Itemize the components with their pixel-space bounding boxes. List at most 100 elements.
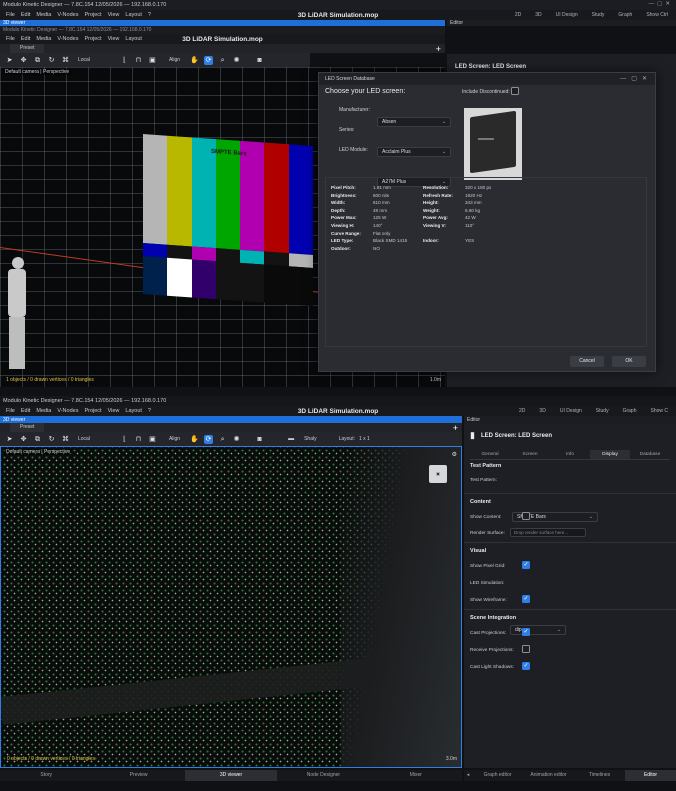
window-controls[interactable]: — ▢ ✕ <box>649 1 670 7</box>
tab-preview[interactable]: Preview <box>92 770 184 781</box>
section-scene-integration: Scene Integration <box>470 615 517 621</box>
divider <box>464 609 676 610</box>
bounds-icon[interactable]: ⊓ <box>134 435 143 444</box>
measure-icon[interactable]: ⌊ <box>120 435 129 444</box>
editor-tabs: General Screen Info Display Database <box>470 450 670 460</box>
space-select[interactable]: Local <box>78 436 90 442</box>
viewport-stats: 1 objects / 0 drawn vertices / 0 triangl… <box>6 377 94 383</box>
rotate-icon[interactable]: ↻ <box>47 435 56 444</box>
snap-icon[interactable]: ⌘ <box>61 435 70 444</box>
ws-study[interactable]: Study <box>592 12 605 18</box>
ws-study[interactable]: Study <box>596 408 609 414</box>
camera-label[interactable]: Default camera | Perspective <box>3 69 72 75</box>
ws-graph[interactable]: Graph <box>618 12 632 18</box>
camera-icon[interactable]: ◙ <box>255 56 264 65</box>
move-icon[interactable]: ✥ <box>19 435 28 444</box>
hand-icon[interactable]: ✋ <box>190 56 199 65</box>
tab-3d-viewer[interactable]: 3D viewer <box>184 770 278 781</box>
light-icon[interactable]: ✺ <box>232 56 241 65</box>
gear-icon[interactable]: ⚙ <box>452 451 457 458</box>
test-pattern-label: Test Pattern: <box>470 478 497 483</box>
include-discontinued-checkbox[interactable] <box>511 87 519 95</box>
manufacturer-select[interactable]: Absen ⌄ <box>377 117 451 127</box>
tab-display[interactable]: Display <box>590 450 630 459</box>
select-icon[interactable]: ➤ <box>5 435 14 444</box>
camera-label[interactable]: Default camera | Perspective <box>4 449 73 455</box>
section-test-pattern: Test Pattern <box>470 463 502 469</box>
snap-icon[interactable]: ⌘ <box>61 56 70 65</box>
scale-icon[interactable]: ⧉ <box>33 56 42 65</box>
show-content-label: Show Content: <box>470 515 502 520</box>
bottom-editor-tabs: ◂ Graph editor Animation editor Timeline… <box>464 770 676 781</box>
dialog-titlebar: LED Screen Database — ▢ ✕ <box>319 73 655 85</box>
space-select[interactable]: Local <box>78 57 90 63</box>
tab-general[interactable]: General <box>470 450 510 459</box>
ok-button[interactable]: OK <box>612 356 646 367</box>
measure-icon[interactable]: ⌊ <box>120 56 129 65</box>
human-reference-figure <box>4 257 30 372</box>
bounds-icon[interactable]: ⊓ <box>134 56 143 65</box>
camera-icon[interactable]: ◙ <box>255 435 264 444</box>
cast-projections-checkbox[interactable]: ✓ <box>522 628 530 636</box>
ghost-titlebar: Modulo Kinetic Designer — 7.8C.154 12/05… <box>0 26 445 34</box>
receive-projections-checkbox[interactable] <box>522 645 530 653</box>
series-select[interactable]: Acclaim Plus ⌄ <box>377 147 451 157</box>
series-label: Series: <box>339 127 355 133</box>
light-icon[interactable]: ✺ <box>232 435 241 444</box>
shading-icon[interactable]: ▬ <box>288 436 294 442</box>
ws-ui-design[interactable]: UI Design <box>560 408 582 414</box>
zoom-icon[interactable]: ⌕ <box>218 435 227 444</box>
tab-preset[interactable]: Preset <box>10 423 45 432</box>
ws-show-ctrl[interactable]: Show Ctrl <box>646 12 668 18</box>
tab-database[interactable]: Database <box>630 450 670 459</box>
show-wireframe-checkbox[interactable]: ✓ <box>522 595 530 603</box>
view-cube[interactable]: ▣ <box>429 465 447 483</box>
editor-header: Editor <box>447 20 676 26</box>
dialog-window-controls[interactable]: — ▢ ✕ <box>620 75 647 82</box>
show-pixel-grid-checkbox[interactable]: ✓ <box>522 561 530 569</box>
frame-icon[interactable]: ▣ <box>148 56 157 65</box>
layout-select[interactable]: 1 x 1 <box>359 436 370 442</box>
ws-graph[interactable]: Graph <box>623 408 637 414</box>
cancel-button[interactable]: Cancel <box>570 356 604 367</box>
cast-light-shadows-checkbox[interactable]: ✓ <box>522 662 530 670</box>
align-button[interactable]: Align <box>169 57 180 63</box>
ws-3d[interactable]: 3D <box>539 408 545 414</box>
tab-animation-editor[interactable]: Animation editor <box>523 770 574 781</box>
tab-info[interactable]: Info <box>550 450 590 459</box>
hand-icon[interactable]: ✋ <box>190 435 199 444</box>
zoom-icon[interactable]: ⌕ <box>218 56 227 65</box>
ws-show-ctrl[interactable]: Show C <box>650 408 668 414</box>
led-simulation-select[interactable]: dip ⌄ <box>510 625 566 635</box>
shading-select[interactable]: Shaly <box>304 436 317 442</box>
tab-story[interactable]: Story <box>0 770 92 781</box>
tab-preset[interactable]: Preset <box>10 44 45 53</box>
led-screen-preview[interactable]: SMPTE Bars <box>143 134 313 306</box>
show-content-checkbox[interactable] <box>522 512 530 520</box>
move-icon[interactable]: ✥ <box>19 56 28 65</box>
align-button[interactable]: Align <box>169 436 180 442</box>
led-screen-icon: ▮ <box>470 430 475 440</box>
ws-ui-design[interactable]: UI Design <box>556 12 578 18</box>
tab-screen[interactable]: Screen <box>510 450 550 459</box>
rotate-icon[interactable]: ↻ <box>47 56 56 65</box>
orbit-icon[interactable]: ⟳ <box>204 55 214 65</box>
scale-indicator: 3.0m <box>445 756 457 762</box>
ws-3d[interactable]: 3D <box>535 12 541 18</box>
bottom-3d-viewport[interactable]: Default camera | Perspective ▣ ⚙ 0 objec… <box>0 446 462 768</box>
tab-timelines[interactable]: Timelines <box>574 770 625 781</box>
render-surface-drop[interactable]: Drop render surface here... <box>510 528 586 537</box>
ws-2d[interactable]: 2D <box>515 12 521 18</box>
tab-mixer[interactable]: Mixer <box>370 770 462 781</box>
select-icon[interactable]: ➤ <box>5 56 14 65</box>
bottom-window-titlebar: Modulo Kinetic Designer — 7.8C.154 12/05… <box>0 396 676 406</box>
tab-graph-editor[interactable]: Graph editor <box>472 770 523 781</box>
scale-icon[interactable]: ⧉ <box>33 435 42 444</box>
ws-2d[interactable]: 2D <box>519 408 525 414</box>
orbit-icon[interactable]: ⟳ <box>204 434 214 444</box>
frame-icon[interactable]: ▣ <box>148 435 157 444</box>
arrow-left-icon[interactable]: ◂ <box>464 770 472 781</box>
add-tab-icon[interactable]: + <box>436 44 441 54</box>
tab-node-designer[interactable]: Node Designer <box>277 770 369 781</box>
tab-editor[interactable]: Editor <box>625 770 676 781</box>
